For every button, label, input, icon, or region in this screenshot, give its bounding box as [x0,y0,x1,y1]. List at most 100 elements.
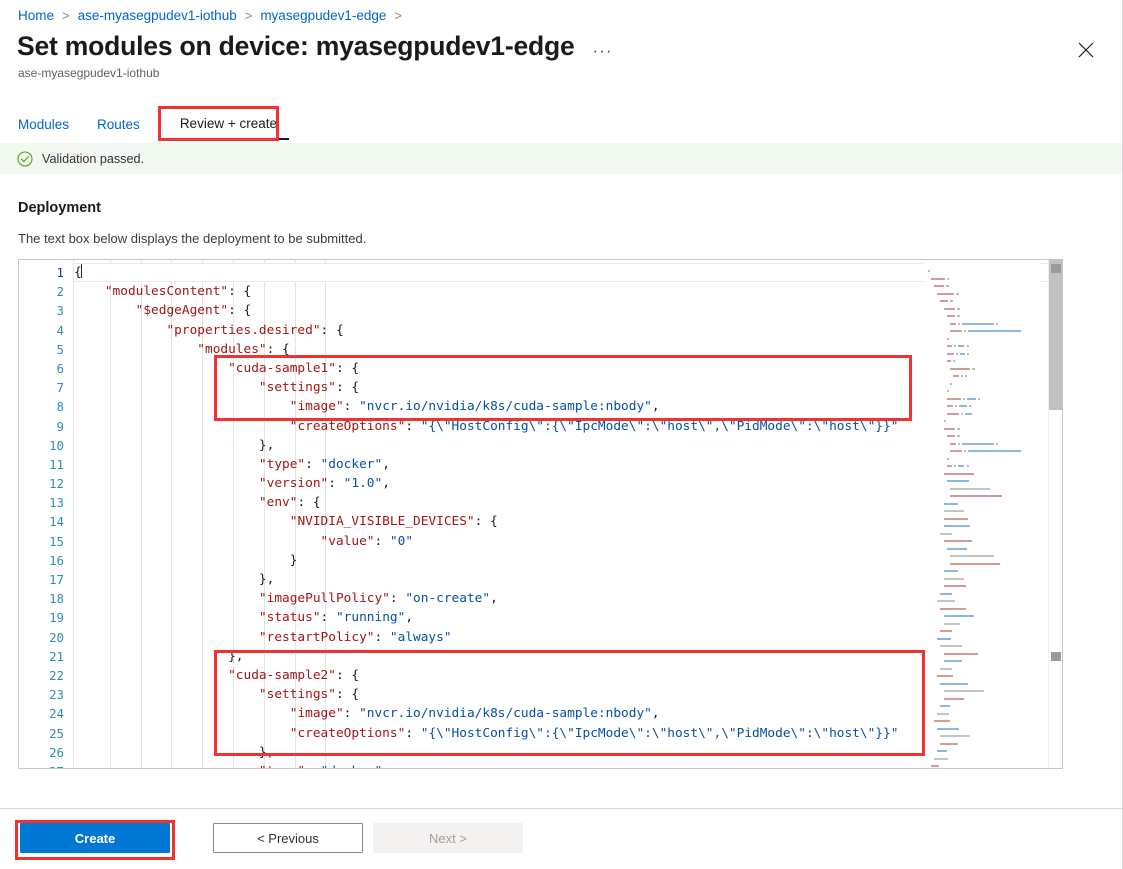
editor-code-line[interactable]: "$edgeAgent": { [74,301,1062,320]
editor-code-line[interactable]: "status": "running", [74,608,1062,627]
breadcrumb-item-home[interactable]: Home [18,8,54,23]
json-key: "restartPolicy" [258,629,375,645]
text-cursor [80,264,82,278]
breadcrumb-separator: > [62,8,70,23]
json-punctuation: : { [297,495,321,511]
json-string-value: "docker" [321,764,383,768]
deployment-json-editor[interactable]: 1 2 3 4 5 6 7 8 9 10 11 12 13 14 15 16 17 18 19 20 21 22 23 24 2… [18,259,1063,769]
json-key: "modulesContent" [104,284,229,300]
editor-line-number: 23 [49,687,64,703]
editor-line-number: 8 [56,399,64,415]
tab-modules[interactable]: Modules [18,111,83,140]
editor-code-line[interactable]: "value": "0" [74,532,1062,551]
editor-code-line[interactable]: "settings": { [74,685,1062,704]
editor-line-number: 10 [49,437,64,453]
editor-code-line[interactable]: "env": { [74,493,1062,512]
editor-code-line[interactable]: "version": "1.0", [74,474,1062,493]
editor-code-line[interactable]: "NVIDIA_VISIBLE_DEVICES": { [74,512,1062,531]
json-string-value: "{\"HostConfig\":{\"IpcMode\":\"host\",\… [420,418,899,434]
editor-code-line[interactable]: "restartPolicy": "always" [74,628,1062,647]
breadcrumb-item-iothub[interactable]: ase-myasegpudev1-iothub [78,8,237,23]
json-key: "NVIDIA_VISIBLE_DEVICES" [289,514,475,530]
scrollbar-mark-lower [1051,652,1061,661]
json-punctuation: , [382,476,390,492]
editor-code-line[interactable]: } [74,551,1062,570]
json-punctuation: , [490,591,498,607]
breadcrumb-separator: > [244,8,253,23]
deployment-heading: Deployment [18,200,101,216]
create-button[interactable]: Create [20,823,170,853]
json-key: "env" [258,495,298,511]
editor-code-line[interactable]: "type": "docker", [74,455,1062,474]
editor-line-number: 18 [49,591,64,607]
json-punctuation: : [328,476,344,492]
editor-line-number: 7 [56,380,64,396]
editor-line-number: 4 [56,322,64,338]
editor-code-line[interactable]: }, [74,743,1062,762]
json-key: "type" [258,456,306,472]
json-punctuation: }, [228,648,244,664]
editor-code-line[interactable]: "image": "nvcr.io/nvidia/k8s/cuda-sample… [74,704,1062,723]
json-string-value: "0" [389,533,414,549]
breadcrumb: Home > ase-myasegpudev1-iothub > myasegp… [18,8,410,23]
json-punctuation: : [374,533,390,549]
close-icon[interactable] [1076,40,1096,60]
more-options-icon[interactable]: ··· [589,39,617,63]
json-punctuation: : [343,399,360,415]
editor-code-line[interactable]: "image": "nvcr.io/nvidia/k8s/cuda-sample… [74,397,1062,416]
editor-code-line[interactable]: "properties.desired": { [74,321,1062,340]
json-key: "settings" [258,687,336,703]
breadcrumb-item-edge-device[interactable]: myasegpudev1-edge [260,8,386,23]
json-punctuation: } [289,552,298,568]
json-key: "value" [320,533,375,549]
editor-line-number: 3 [56,303,64,319]
editor-line-number: 25 [49,725,64,741]
editor-line-number: 11 [49,456,64,472]
json-key: "modules" [197,341,267,357]
tab-routes[interactable]: Routes [97,111,154,140]
editor-line-number: 19 [49,610,64,626]
json-punctuation: : [343,706,360,722]
editor-code-line[interactable]: }, [74,570,1062,589]
editor-line-number: 12 [49,476,64,492]
editor-code-line[interactable]: }, [74,436,1062,455]
editor-code-line[interactable]: }, [74,647,1062,666]
json-punctuation: , [651,399,660,415]
json-key: "image" [289,706,344,722]
json-key: "imagePullPolicy" [258,591,390,607]
editor-code-line[interactable]: "modulesContent": { [74,282,1062,301]
editor-line-number: 9 [56,418,64,434]
editor-code-area[interactable]: { "modulesContent": { "$edgeAgent": { "p… [73,260,1062,768]
editor-code-line[interactable]: "cuda-sample1": { [74,359,1062,378]
json-key: "createOptions" [289,725,406,741]
json-string-value: "{\"HostConfig\":{\"IpcMode\":\"host\",\… [420,725,899,741]
editor-code-line[interactable]: "modules": { [74,340,1062,359]
json-string-value: "1.0" [343,476,383,492]
json-punctuation: : { [335,360,360,376]
editor-code-line[interactable]: "createOptions": "{\"HostConfig\":{\"Ipc… [74,724,1062,743]
editor-code-lines[interactable]: { "modulesContent": { "$edgeAgent": { "p… [74,263,1062,768]
editor-code-line[interactable]: "type": "docker", [74,762,1062,768]
editor-line-number: 22 [49,667,64,683]
footer-action-bar: Create < Previous Next > [0,808,1122,869]
editor-line-number: 17 [49,572,64,587]
json-string-value: "docker" [320,456,383,472]
json-key: "image" [289,399,344,415]
scrollbar-thumb[interactable] [1049,260,1062,410]
json-string-value: "on-create" [405,591,491,607]
tab-review-create[interactable]: Review + create [167,110,289,140]
editor-code-line[interactable]: "createOptions": "{\"HostConfig\":{\"Ipc… [74,417,1062,436]
editor-code-line[interactable]: { [74,263,1062,283]
previous-button[interactable]: < Previous [213,823,363,853]
editor-vertical-scrollbar[interactable] [1048,260,1062,768]
editor-line-number: 21 [49,648,64,664]
json-key: "properties.desired" [166,322,321,338]
editor-code-line[interactable]: "imagePullPolicy": "on-create", [74,589,1062,608]
editor-line-number: 2 [56,284,64,300]
json-punctuation: : { [266,341,290,357]
editor-code-line[interactable]: "cuda-sample2": { [74,666,1062,685]
editor-code-line[interactable]: "settings": { [74,378,1062,397]
json-string-value: "nvcr.io/nvidia/k8s/cuda-sample:nbody" [359,706,652,722]
editor-line-number: 24 [49,706,64,722]
json-punctuation: : { [474,514,498,530]
